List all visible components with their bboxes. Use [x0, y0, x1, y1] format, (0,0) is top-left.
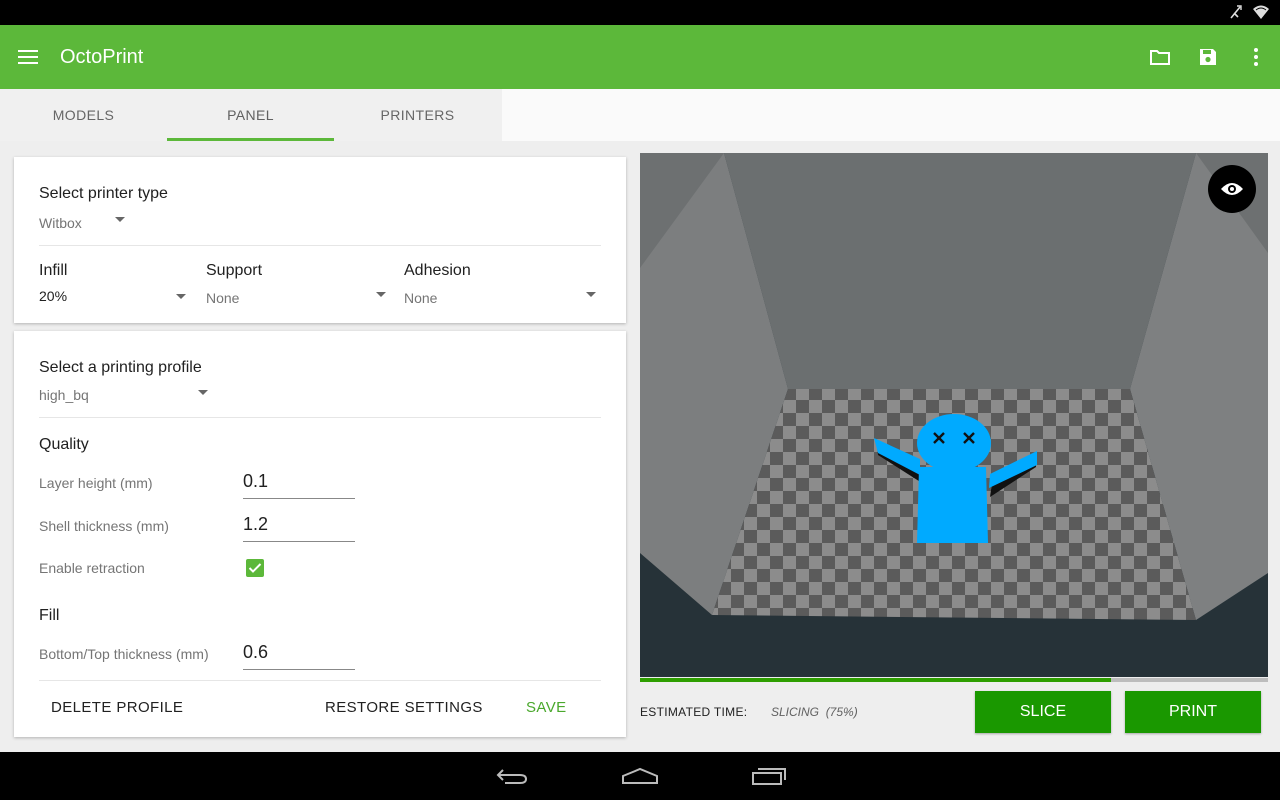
print-button[interactable]: PRINT [1125, 691, 1261, 733]
tab-models[interactable]: MODELS [0, 89, 167, 141]
restore-settings-button[interactable]: RESTORE SETTINGS [325, 699, 483, 716]
infill-value[interactable]: 20% [39, 288, 67, 304]
app-bar: OctoPrint [0, 25, 1280, 89]
shell-thickness-label: Shell thickness (mm) [39, 518, 169, 534]
estimated-time-label: ESTIMATED TIME: [640, 705, 748, 719]
infill-label: Infill [39, 262, 68, 279]
back-icon[interactable] [488, 760, 536, 792]
profile-title: Select a printing profile [39, 359, 202, 376]
bottom-top-thickness-input[interactable]: 0.6 [243, 638, 355, 670]
system-navigation-bar [0, 752, 1280, 800]
hamburger-menu-icon[interactable] [12, 41, 44, 73]
model-viewport[interactable] [640, 153, 1268, 677]
retraction-label: Enable retraction [39, 560, 145, 576]
no-signal-icon [1228, 4, 1244, 25]
adhesion-dropdown-icon[interactable] [586, 292, 596, 297]
wifi-icon [1252, 4, 1270, 25]
status-bar [0, 0, 1280, 25]
layer-height-label: Layer height (mm) [39, 475, 153, 491]
printer-type-value[interactable]: Witbox [39, 215, 82, 231]
profile-settings-card: Select a printing profile high_bq Qualit… [14, 331, 626, 737]
support-label: Support [206, 262, 263, 279]
slicing-progress-text: (75%) [825, 705, 858, 719]
retraction-checkbox[interactable] [246, 559, 264, 577]
layer-height-input[interactable]: 0.1 [243, 467, 355, 499]
slicing-progress-fill [640, 678, 1111, 682]
profile-dropdown-icon[interactable] [198, 390, 208, 395]
support-dropdown-icon[interactable] [376, 292, 386, 297]
slicing-status: SLICING (75%) [771, 705, 858, 719]
slicing-status-text: SLICING [771, 705, 820, 719]
tab-bar: MODELS PANEL PRINTERS [0, 89, 1280, 141]
slicing-progress-bar [640, 678, 1268, 682]
shell-thickness-input[interactable]: 1.2 [243, 510, 355, 542]
tab-printers[interactable]: PRINTERS [334, 89, 501, 141]
divider [39, 245, 601, 246]
more-vert-icon[interactable] [1240, 41, 1272, 73]
delete-profile-button[interactable]: DELETE PROFILE [51, 699, 183, 716]
save-profile-button[interactable]: SAVE [526, 699, 567, 716]
quality-heading: Quality [39, 436, 89, 453]
check-icon [248, 563, 262, 573]
bottom-top-thickness-label: Bottom/Top thickness (mm) [39, 646, 209, 662]
save-icon[interactable] [1192, 41, 1224, 73]
divider [39, 417, 601, 418]
home-icon[interactable] [616, 760, 664, 792]
support-value[interactable]: None [206, 290, 239, 306]
printer-settings-card: Select printer type Witbox Infill 20% Su… [14, 157, 626, 323]
app-title: OctoPrint [60, 46, 144, 68]
profile-value[interactable]: high_bq [39, 387, 89, 403]
adhesion-value[interactable]: None [404, 290, 437, 306]
printer-type-title: Select printer type [39, 185, 168, 202]
adhesion-label: Adhesion [404, 262, 471, 279]
recent-apps-icon[interactable] [745, 760, 793, 792]
folder-icon[interactable] [1144, 41, 1176, 73]
infill-dropdown-icon[interactable] [176, 294, 186, 299]
fill-heading: Fill [39, 607, 60, 624]
printer-type-dropdown-icon[interactable] [115, 217, 125, 222]
eye-icon[interactable] [1208, 165, 1256, 213]
slice-button[interactable]: SLICE [975, 691, 1111, 733]
tab-panel[interactable]: PANEL [167, 89, 334, 141]
print-volume-render [640, 153, 1268, 620]
divider [39, 680, 601, 681]
